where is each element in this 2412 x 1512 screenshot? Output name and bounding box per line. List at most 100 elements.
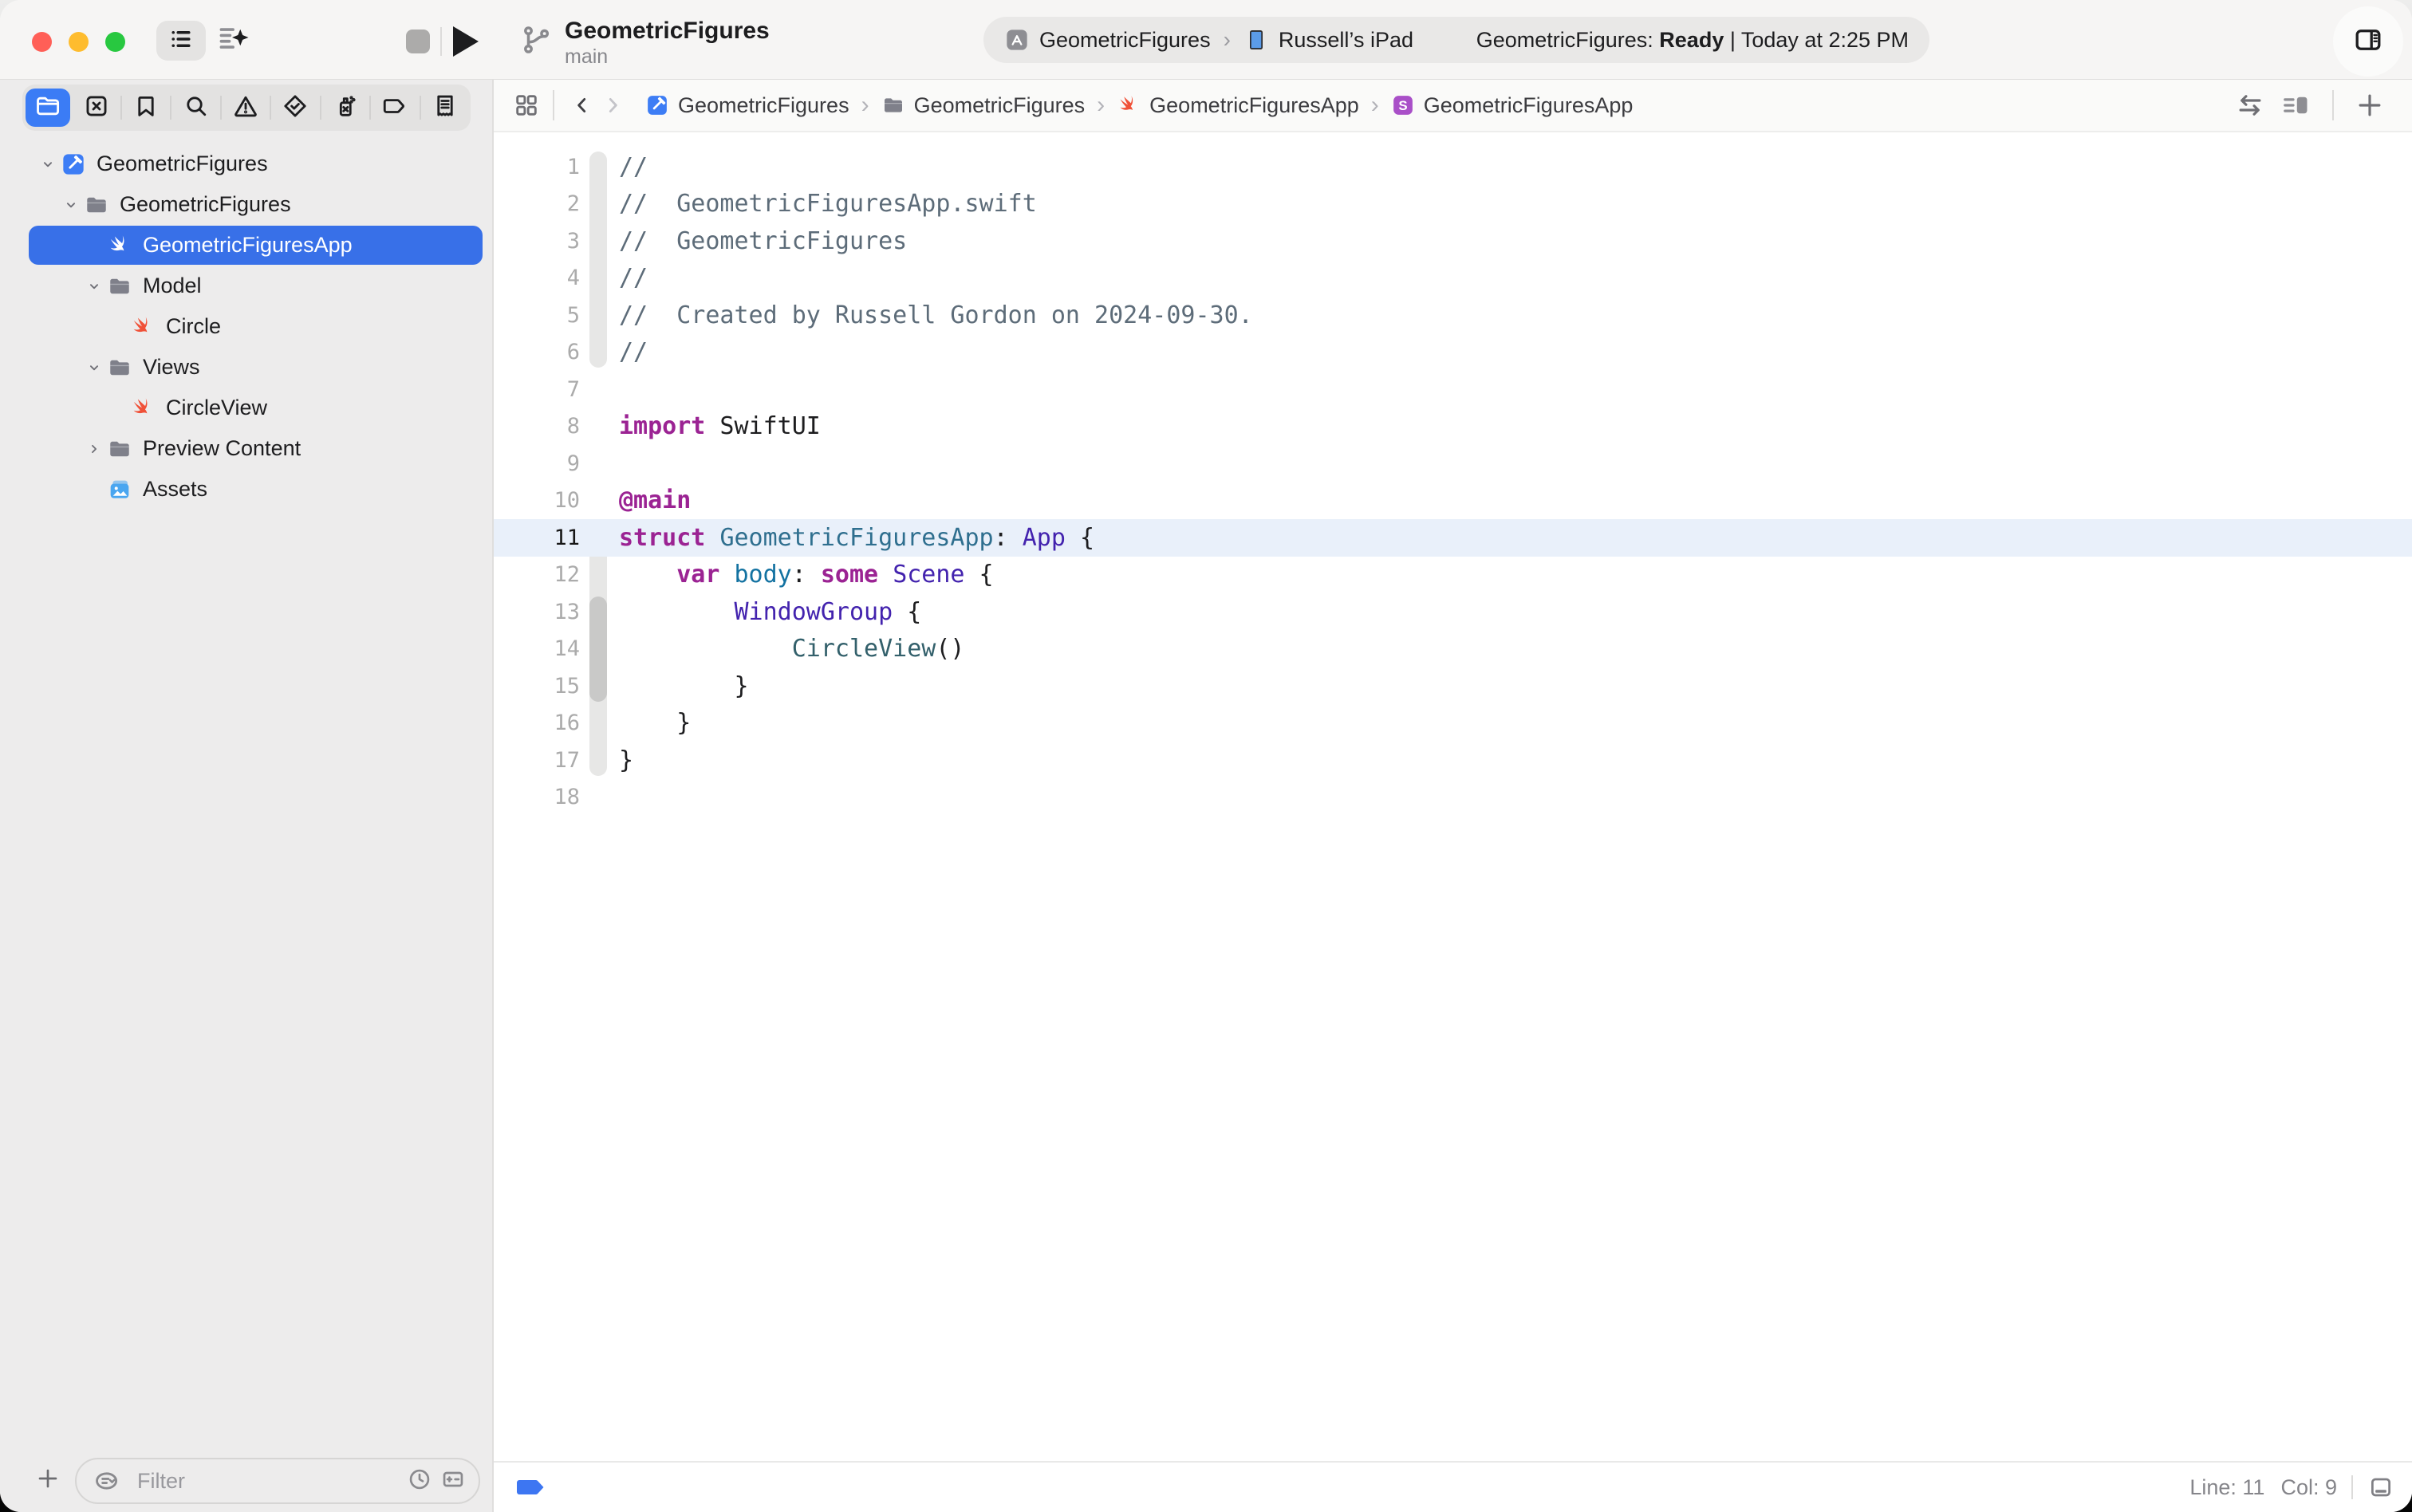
code-line-12[interactable]: 12 var body: some Scene { bbox=[494, 557, 2412, 594]
tree-item-preview-content[interactable]: Preview Content bbox=[0, 428, 492, 469]
code-line-18[interactable]: 18 bbox=[494, 779, 2412, 817]
filter-field[interactable]: Filter bbox=[75, 1458, 480, 1504]
tree-item-circle[interactable]: Circle bbox=[0, 306, 492, 347]
tree-item-geometricfigures[interactable]: GeometricFigures bbox=[0, 144, 492, 184]
line-number[interactable]: 4 bbox=[494, 266, 581, 290]
breadcrumb-item[interactable]: GeometricFiguresApp bbox=[1117, 93, 1359, 118]
code-line-11[interactable]: 11 struct GeometricFiguresApp: App { bbox=[494, 519, 2412, 557]
run-button[interactable] bbox=[450, 26, 482, 57]
navigator-tab-source-control[interactable] bbox=[72, 86, 120, 129]
go-back-button[interactable] bbox=[572, 95, 593, 116]
source-control-status-filter-icon[interactable] bbox=[440, 1467, 466, 1496]
run-destination[interactable]: Russell’s iPad bbox=[1279, 28, 1413, 53]
tree-item-circleview[interactable]: CircleView bbox=[0, 388, 492, 428]
code-text[interactable]: } bbox=[619, 672, 749, 700]
line-number[interactable]: 18 bbox=[494, 785, 581, 809]
toggle-inspector-button[interactable] bbox=[2333, 6, 2403, 77]
close-window-button[interactable] bbox=[32, 32, 52, 52]
line-number[interactable]: 2 bbox=[494, 191, 581, 216]
disclosure-chevron-icon[interactable] bbox=[36, 156, 60, 173]
code-text[interactable]: } bbox=[619, 709, 691, 737]
disclosure-chevron-icon[interactable] bbox=[59, 196, 83, 214]
code-line-15[interactable]: 15 } bbox=[494, 667, 2412, 705]
line-number[interactable]: 6 bbox=[494, 340, 581, 364]
code-text[interactable]: var body: some Scene { bbox=[619, 561, 994, 589]
navigator-tab-debug[interactable] bbox=[321, 86, 369, 129]
code-line-17[interactable]: 17} bbox=[494, 742, 2412, 779]
code-line-1[interactable]: 1 // bbox=[494, 148, 2412, 186]
line-number[interactable]: 7 bbox=[494, 377, 581, 402]
recent-files-list-button[interactable] bbox=[156, 21, 206, 61]
line-number[interactable]: 16 bbox=[494, 711, 581, 735]
related-items-button[interactable] bbox=[513, 92, 540, 119]
code-text[interactable]: CircleView() bbox=[619, 635, 965, 663]
code-line-6[interactable]: 6 // bbox=[494, 334, 2412, 372]
tree-item-model[interactable]: Model bbox=[0, 266, 492, 306]
tree-item-assets[interactable]: Assets bbox=[0, 469, 492, 510]
navigator-tab-reports[interactable] bbox=[421, 86, 469, 129]
line-number[interactable]: 10 bbox=[494, 488, 581, 513]
editor-pane[interactable]: GeometricFigures›GeometricFigures›Geomet… bbox=[494, 80, 2412, 1512]
code-text[interactable]: // bbox=[619, 264, 648, 292]
code-text[interactable]: WindowGroup { bbox=[619, 598, 921, 626]
tree-item-geometricfigures[interactable]: GeometricFigures bbox=[0, 184, 492, 225]
code-line-9[interactable]: 9 bbox=[494, 445, 2412, 482]
recent-clock-icon[interactable] bbox=[407, 1467, 432, 1496]
add-item-button[interactable] bbox=[34, 1466, 62, 1494]
code-text[interactable]: // GeometricFigures bbox=[619, 227, 907, 255]
navigator-tab-tests[interactable] bbox=[271, 86, 319, 129]
code-line-2[interactable]: 2 // GeometricFiguresApp.swift bbox=[494, 186, 2412, 223]
add-editor-button[interactable] bbox=[2355, 90, 2385, 120]
line-number[interactable]: 5 bbox=[494, 303, 581, 328]
code-review-button[interactable] bbox=[2235, 90, 2265, 120]
code-line-10[interactable]: 10 @main bbox=[494, 482, 2412, 520]
line-number[interactable]: 15 bbox=[494, 674, 581, 699]
code-text[interactable]: import SwiftUI bbox=[619, 412, 821, 440]
minimize-window-button[interactable] bbox=[69, 32, 89, 52]
source-code-area[interactable]: 1 // 2 // GeometricFiguresApp.swift 3 // Geom… bbox=[494, 148, 2412, 816]
code-text[interactable]: @main bbox=[619, 486, 691, 514]
code-line-5[interactable]: 5 // Created by Russell Gordon on 2024-09… bbox=[494, 297, 2412, 334]
line-number[interactable]: 12 bbox=[494, 562, 581, 587]
navigator-tab-project[interactable] bbox=[24, 86, 72, 129]
navigator-tab-bookmarks[interactable] bbox=[122, 86, 170, 129]
code-text[interactable]: // bbox=[619, 338, 648, 366]
code-text[interactable]: // GeometricFiguresApp.swift bbox=[619, 190, 1037, 218]
breadcrumb-item[interactable]: SGeometricFiguresApp bbox=[1391, 93, 1634, 118]
code-line-8[interactable]: 8 import SwiftUI bbox=[494, 408, 2412, 446]
tree-item-views[interactable]: Views bbox=[0, 347, 492, 388]
code-text[interactable]: } bbox=[619, 746, 633, 774]
line-number[interactable]: 17 bbox=[494, 748, 581, 773]
line-number[interactable]: 14 bbox=[494, 636, 581, 661]
line-number[interactable]: 9 bbox=[494, 451, 581, 476]
line-number[interactable]: 11 bbox=[494, 526, 581, 550]
breadcrumb-item[interactable]: GeometricFigures bbox=[645, 93, 849, 118]
disclosure-chevron-icon[interactable] bbox=[82, 278, 106, 295]
navigator-tab-issues[interactable] bbox=[222, 86, 270, 129]
code-line-4[interactable]: 4 // bbox=[494, 260, 2412, 297]
navigator-tab-find[interactable] bbox=[171, 86, 219, 129]
line-number[interactable]: 13 bbox=[494, 600, 581, 624]
breadcrumb-item[interactable]: GeometricFigures bbox=[881, 93, 1086, 118]
toggle-debug-area-button[interactable] bbox=[2367, 1475, 2394, 1499]
go-forward-button[interactable] bbox=[602, 95, 623, 116]
scheme-name[interactable]: GeometricFigures bbox=[1039, 28, 1211, 53]
code-text[interactable]: // Created by Russell Gordon on 2024-09-… bbox=[619, 301, 1253, 329]
code-line-16[interactable]: 16 } bbox=[494, 705, 2412, 742]
line-number[interactable]: 1 bbox=[494, 155, 581, 179]
intelligence-assistant-button[interactable] bbox=[214, 22, 254, 59]
code-text[interactable]: struct GeometricFiguresApp: App { bbox=[619, 524, 1094, 552]
zoom-window-button[interactable] bbox=[105, 32, 125, 52]
code-line-3[interactable]: 3 // GeometricFigures bbox=[494, 222, 2412, 260]
code-text[interactable]: // bbox=[619, 153, 648, 181]
breakpoints-toggle-button[interactable] bbox=[514, 1478, 546, 1497]
code-line-14[interactable]: 14 CircleView() bbox=[494, 631, 2412, 668]
line-number[interactable]: 3 bbox=[494, 229, 581, 254]
code-line-7[interactable]: 7 bbox=[494, 371, 2412, 408]
activity-status-bar[interactable]: GeometricFigures › Russell’s iPad Geomet… bbox=[983, 17, 1929, 63]
line-number[interactable]: 8 bbox=[494, 414, 581, 439]
stop-button[interactable] bbox=[404, 28, 432, 55]
tree-item-geometricfiguresapp[interactable]: GeometricFiguresApp bbox=[0, 225, 492, 266]
disclosure-chevron-icon[interactable] bbox=[82, 359, 106, 376]
disclosure-chevron-icon[interactable] bbox=[82, 440, 106, 458]
